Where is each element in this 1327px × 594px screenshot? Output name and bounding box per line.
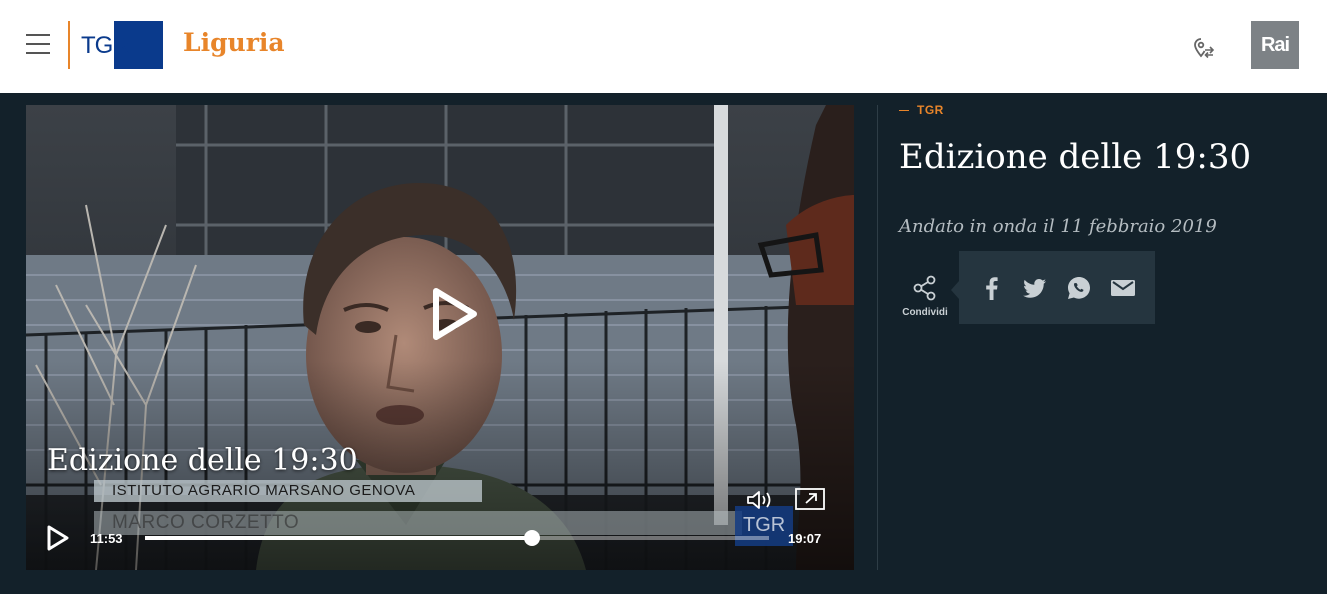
share-button[interactable]: Condividi: [897, 274, 953, 326]
play-pause-button[interactable]: [46, 525, 70, 551]
share-label: Condividi: [902, 307, 948, 318]
video-title: Edizione delle 19:30: [47, 443, 358, 478]
tgr-logo[interactable]: TGR: [78, 21, 163, 69]
lower-third-name: MARCO CORZETTO: [94, 511, 742, 535]
picture-in-picture-icon[interactable]: [794, 487, 826, 511]
share-panel: [959, 251, 1155, 324]
email-icon[interactable]: [1110, 276, 1136, 300]
region-title[interactable]: Liguria: [183, 28, 285, 57]
share-icon: [913, 275, 936, 301]
whatsapp-icon[interactable]: [1066, 276, 1092, 300]
progress-handle[interactable]: [523, 530, 540, 546]
twitter-icon[interactable]: [1022, 276, 1048, 300]
column-divider: [877, 105, 878, 570]
tgr-logo-text: TGR: [81, 32, 130, 59]
rai-logo[interactable]: Rai: [1251, 21, 1299, 69]
logo-divider: [68, 21, 70, 69]
share-panel-pointer: [951, 281, 959, 299]
lower-third-institution: ISTITUTO AGRARIO MARSANO GENOVA: [94, 480, 482, 502]
menu-icon[interactable]: [26, 34, 50, 56]
aired-date: Andato in onda il 11 febbraio 2019: [899, 216, 1217, 237]
location-switch-icon[interactable]: [1192, 36, 1216, 60]
current-time: 11:53: [90, 531, 123, 546]
play-icon[interactable]: [430, 286, 480, 342]
volume-icon[interactable]: [745, 488, 777, 512]
site-header: TGR Liguria Rai: [0, 0, 1327, 93]
facebook-icon[interactable]: [979, 276, 1005, 300]
category-kicker[interactable]: TGR: [899, 103, 944, 117]
progress-fill: [145, 536, 532, 540]
total-time: 19:07: [788, 531, 822, 546]
category-kicker-label: TGR: [917, 103, 944, 117]
video-player[interactable]: ISTITUTO AGRARIO MARSANO GENOVA MARCO CO…: [26, 105, 854, 570]
page-title: Edizione delle 19:30: [899, 137, 1252, 177]
progress-bar[interactable]: [145, 530, 769, 546]
